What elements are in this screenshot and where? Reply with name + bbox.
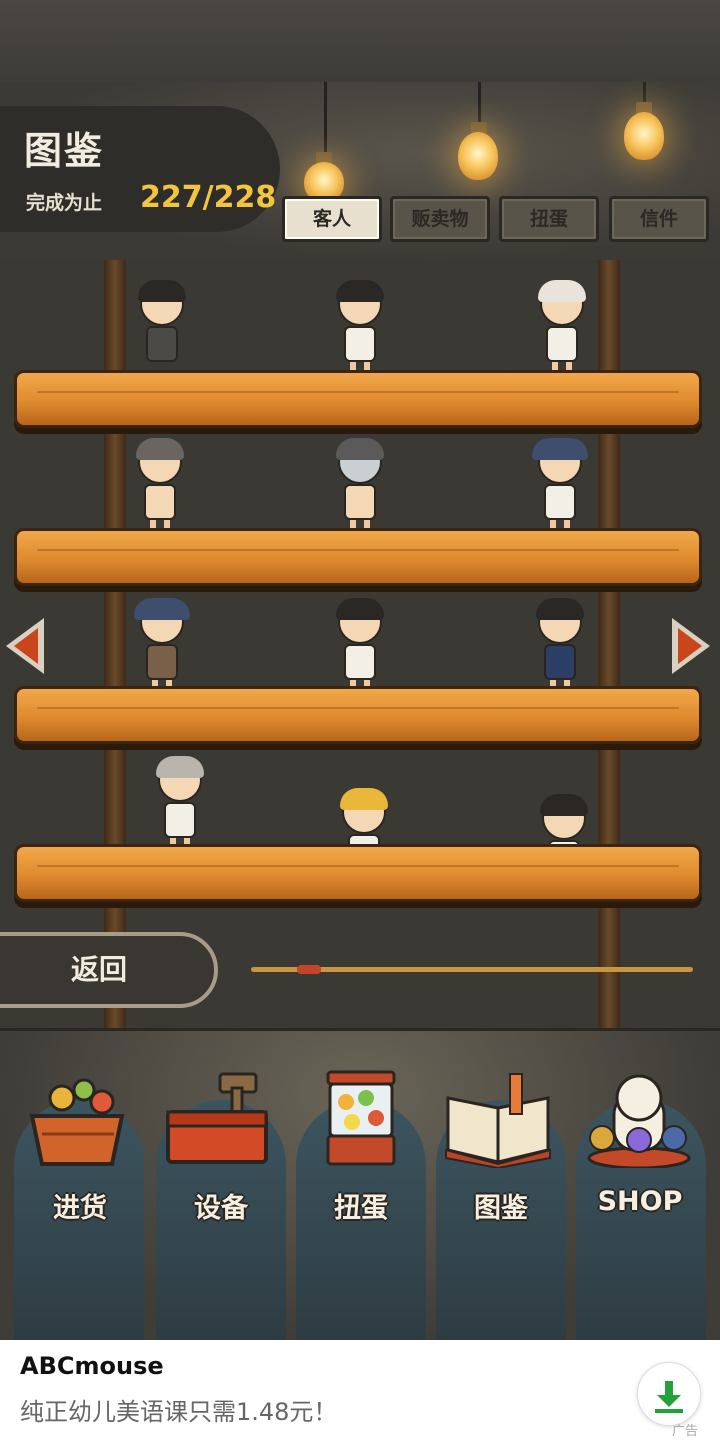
- download-icon[interactable]: [637, 1362, 701, 1426]
- shelf-4: [14, 844, 702, 902]
- book-icon[interactable]: [444, 1068, 554, 1168]
- character-helmet: [156, 756, 204, 778]
- character-hair: [336, 598, 384, 620]
- back-button[interactable]: 返回: [0, 932, 218, 1008]
- shelf-2: [14, 528, 702, 586]
- tab-letters[interactable]: 信件: [609, 196, 709, 242]
- character-body: [146, 326, 178, 362]
- page-title: 图鉴: [24, 129, 105, 173]
- bulb-wire: [643, 82, 646, 104]
- character-cap: [538, 280, 586, 302]
- character-body: [144, 484, 176, 520]
- shelf-1: [14, 370, 702, 428]
- character-hair: [336, 280, 384, 302]
- tab-goods[interactable]: 贩卖物: [390, 196, 490, 242]
- next-page-arrow-icon[interactable]: [672, 618, 710, 674]
- nav-label-restock[interactable]: 进货: [10, 1186, 150, 1225]
- character-body: [546, 326, 578, 362]
- light-bulb-icon: [458, 132, 498, 180]
- ad-tag: 广告: [672, 1424, 699, 1439]
- character-body: [344, 644, 376, 680]
- page-scroll-thumb[interactable]: [297, 965, 321, 974]
- character-hair: [136, 438, 184, 460]
- character-hat: [532, 438, 588, 460]
- lucky-cat-icon[interactable]: [584, 1068, 694, 1168]
- ad-title[interactable]: ABCmouse: [20, 1352, 164, 1380]
- character-body: [344, 484, 376, 520]
- character-hair: [138, 280, 186, 302]
- tab-gacha[interactable]: 扭蛋: [499, 196, 599, 242]
- nav-label-gacha[interactable]: 扭蛋: [291, 1186, 431, 1225]
- character-hair: [540, 794, 588, 816]
- bulb-wire: [324, 82, 327, 152]
- nav-label-equipment[interactable]: 设备: [151, 1186, 291, 1225]
- character-hat: [134, 598, 190, 620]
- tab-customers[interactable]: 客人: [282, 196, 382, 242]
- character-body: [164, 802, 196, 838]
- previous-page-arrow-icon[interactable]: [6, 618, 44, 674]
- character-body: [544, 484, 576, 520]
- ad-description[interactable]: 纯正幼儿美语课只需1.48元！: [20, 1392, 337, 1427]
- light-bulb-icon: [624, 112, 664, 160]
- progress-label: 完成为止: [26, 192, 103, 214]
- character-body: [544, 644, 576, 680]
- bulb-wire: [478, 82, 481, 124]
- nav-label-shop[interactable]: SHOP: [570, 1186, 710, 1217]
- gacha-machine-icon[interactable]: [306, 1068, 416, 1168]
- toolbox-icon[interactable]: [162, 1068, 272, 1168]
- crate-icon[interactable]: [22, 1068, 132, 1168]
- character-body: [146, 644, 178, 680]
- character-body: [344, 326, 376, 362]
- nav-label-encyclopedia[interactable]: 图鉴: [431, 1186, 571, 1225]
- shelf-3: [14, 686, 702, 744]
- character-hat: [340, 788, 388, 810]
- progress-value: 227/228: [140, 180, 277, 215]
- top-strip: [0, 0, 720, 82]
- character-hair: [536, 598, 584, 620]
- character-hair: [336, 438, 384, 460]
